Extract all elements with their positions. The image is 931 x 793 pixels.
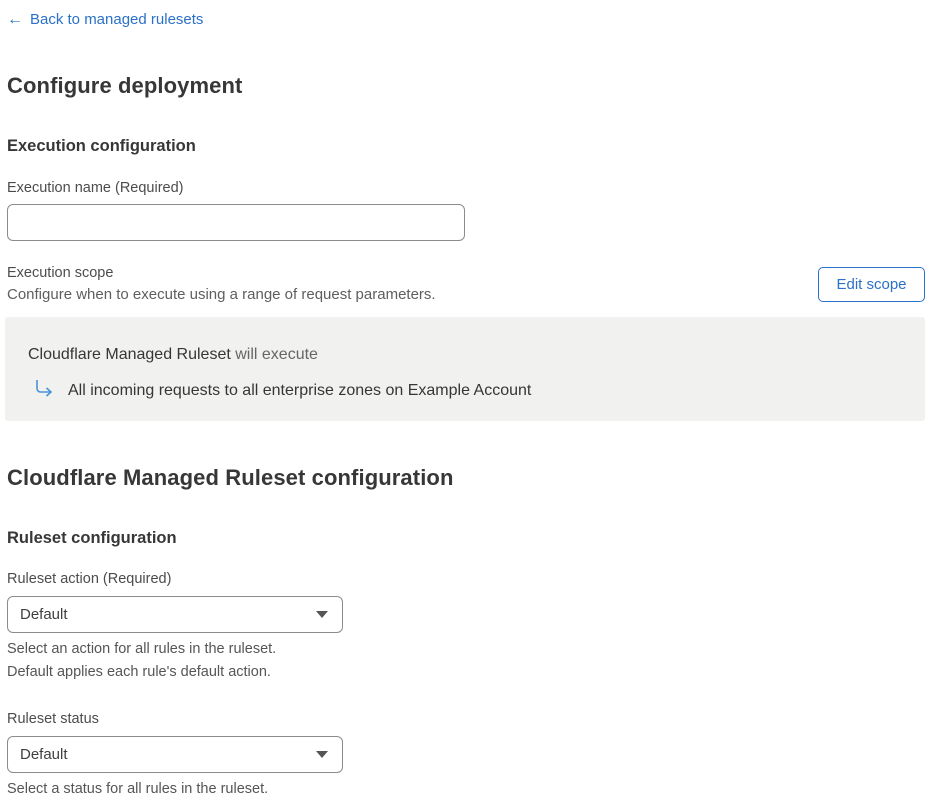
execution-scope-summary-text: All incoming requests to all enterprise … <box>68 382 532 399</box>
will-execute-text: will execute <box>230 346 318 363</box>
execution-summary-panel: Cloudflare Managed Ruleset will execute … <box>5 317 925 421</box>
ruleset-name-text: Cloudflare Managed Ruleset <box>28 346 231 363</box>
back-to-managed-rulesets-link[interactable]: ← Back to managed rulesets <box>7 10 203 30</box>
configure-deployment-page: ← Back to managed rulesets Configure dep… <box>0 0 931 793</box>
ruleset-action-helper-line1: Select an action for all rules in the ru… <box>7 641 277 657</box>
back-arrow-icon: ← <box>7 11 23 28</box>
edit-scope-button[interactable]: Edit scope <box>818 266 925 302</box>
execution-scope-label: Execution scope <box>7 265 114 281</box>
execution-name-input[interactable] <box>7 204 465 241</box>
ruleset-action-helper-line2: Default applies each rule's default acti… <box>7 664 271 680</box>
back-link-label: Back to managed rulesets <box>30 11 204 28</box>
chevron-down-icon <box>316 751 328 758</box>
branch-arrow-icon <box>33 379 55 399</box>
ruleset-action-select[interactable]: Default <box>7 596 343 633</box>
ruleset-action-selected-value: Default <box>20 606 68 623</box>
ruleset-action-label: Ruleset action (Required) <box>7 571 172 587</box>
ruleset-status-select[interactable]: Default <box>7 736 343 773</box>
ruleset-configuration-page-title: Cloudflare Managed Ruleset configuration <box>7 465 454 490</box>
ruleset-configuration-heading: Ruleset configuration <box>7 529 177 547</box>
ruleset-status-label: Ruleset status <box>7 711 99 727</box>
execution-scope-row: Execution scope Configure when to execut… <box>7 264 925 304</box>
execution-scope-text-block: Execution scope Configure when to execut… <box>7 264 436 304</box>
chevron-down-icon <box>316 611 328 618</box>
ruleset-action-helper: Select an action for all rules in the ru… <box>7 638 925 684</box>
page-title: Configure deployment <box>7 73 243 98</box>
execution-scope-description: Configure when to execute using a range … <box>7 286 436 303</box>
execution-summary-headline: Cloudflare Managed Ruleset will execute <box>28 344 905 366</box>
execution-name-label: Execution name (Required) <box>7 180 184 196</box>
ruleset-status-helper: Select a status for all rules in the rul… <box>7 781 269 793</box>
execution-summary-scope-line: All incoming requests to all enterprise … <box>28 380 905 402</box>
execution-configuration-heading: Execution configuration <box>7 137 196 155</box>
ruleset-status-selected-value: Default <box>20 746 68 763</box>
